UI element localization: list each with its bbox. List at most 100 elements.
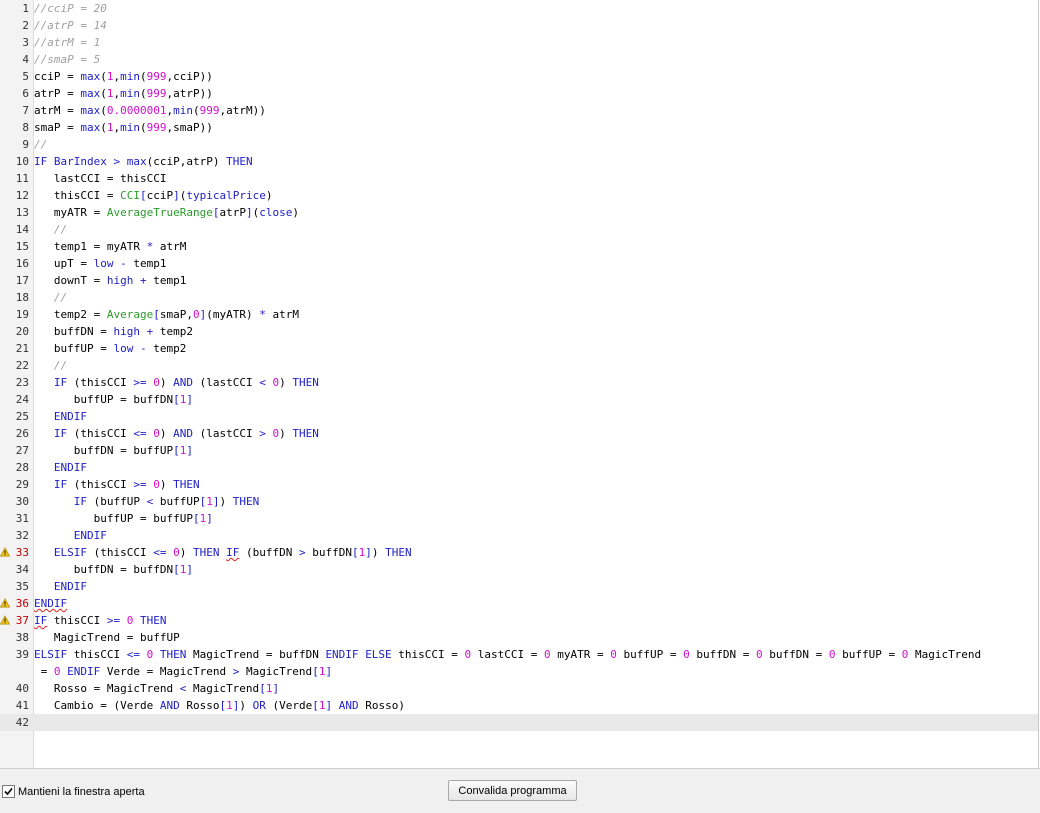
- code-line[interactable]: 41 Cambio = (Verde AND Rosso[1]) OR (Ver…: [0, 697, 1038, 714]
- code-token: buffDN = buffDN: [34, 563, 174, 576]
- code-token: max: [80, 104, 101, 117]
- code-line[interactable]: 23 IF (thisCCI >= 0) AND (lastCCI < 0) T…: [0, 374, 1038, 391]
- code-token: IF: [226, 546, 240, 559]
- code-line[interactable]: 8 smaP = max(1,min(999,smaP)): [0, 119, 1038, 136]
- code-token: ): [159, 478, 174, 491]
- code-line[interactable]: 19 temp2 = Average[smaP,0](myATR) * atrM: [0, 306, 1038, 323]
- code-token: ]: [272, 682, 280, 695]
- code-token: //cciP = 20: [34, 2, 107, 15]
- code-line[interactable]: 10 IF BarIndex > max(cciP,atrP) THEN: [0, 153, 1038, 170]
- code-token: ): [219, 495, 233, 508]
- code-text: myATR = AverageTrueRange[atrP](close): [34, 204, 299, 221]
- keep-window-open-label: Mantieni la finestra aperta: [18, 785, 145, 798]
- code-token: myATR =: [34, 206, 107, 219]
- code-line[interactable]: 39 ELSIF thisCCI <= 0 THEN MagicTrend = b…: [0, 646, 1038, 663]
- code-line[interactable]: 38 MagicTrend = buffUP: [0, 629, 1038, 646]
- code-token: buffUP =: [34, 342, 114, 355]
- code-line[interactable]: 15 temp1 = myATR * atrM: [0, 238, 1038, 255]
- code-line[interactable]: 1 //cciP = 20: [0, 0, 1038, 17]
- code-token: atrP =: [34, 87, 81, 100]
- code-token: <: [259, 376, 266, 389]
- code-line[interactable]: 24 buffUP = buffDN[1]: [0, 391, 1038, 408]
- code-line[interactable]: 4 //smaP = 5: [0, 51, 1038, 68]
- code-line[interactable]: 22 //: [0, 357, 1038, 374]
- code-line[interactable]: 37 IF thisCCI >= 0 THEN: [0, 612, 1038, 629]
- code-line[interactable]: 3 //atrM = 1: [0, 34, 1038, 51]
- code-line[interactable]: 36 ENDIF: [0, 595, 1038, 612]
- code-line[interactable]: 6 atrP = max(1,min(999,atrP)): [0, 85, 1038, 102]
- code-line[interactable]: 21 buffUP = low - temp2: [0, 340, 1038, 357]
- code-token: high: [106, 274, 134, 287]
- code-token: ENDIF: [34, 597, 68, 610]
- code-line[interactable]: 16 upT = low - temp1: [0, 255, 1038, 272]
- code-token: THEN: [173, 478, 200, 491]
- code-line[interactable]: 14 //: [0, 221, 1038, 238]
- code-token: 0: [173, 546, 180, 559]
- line-number: 3: [22, 36, 29, 49]
- line-number: 2: [22, 19, 29, 32]
- code-token: THEN: [292, 427, 319, 440]
- line-number: 16: [15, 257, 29, 270]
- code-token: (: [139, 70, 147, 83]
- code-line[interactable]: 13 myATR = AverageTrueRange[atrP](close): [0, 204, 1038, 221]
- checkbox-box[interactable]: [2, 785, 15, 798]
- code-token: ]: [186, 444, 193, 457]
- code-line[interactable]: 26 IF (thisCCI <= 0) AND (lastCCI > 0) T…: [0, 425, 1038, 442]
- code-line[interactable]: 40 Rosso = MagicTrend < MagicTrend[1]: [0, 680, 1038, 697]
- code-line[interactable]: 32 ENDIF: [0, 527, 1038, 544]
- code-line[interactable]: 2 //atrP = 14: [0, 17, 1038, 34]
- code-token: ENDIF: [67, 665, 101, 678]
- code-token: (thisCCI: [67, 427, 134, 440]
- code-line[interactable]: 34 buffDN = buffDN[1]: [0, 561, 1038, 578]
- code-token: 999: [146, 70, 167, 83]
- code-line[interactable]: 9 //: [0, 136, 1038, 153]
- code-line[interactable]: 33 ELSIF (thisCCI <= 0) THEN IF (buffDN …: [0, 544, 1038, 561]
- code-token: 999: [146, 87, 167, 100]
- code-line[interactable]: 17 downT = high + temp1: [0, 272, 1038, 289]
- code-text: temp2 = Average[smaP,0](myATR) * atrM: [34, 306, 299, 323]
- code-token: AverageTrueRange: [106, 206, 213, 219]
- code-token: min: [120, 70, 140, 83]
- code-line[interactable]: 25 ENDIF: [0, 408, 1038, 425]
- code-line[interactable]: 18 //: [0, 289, 1038, 306]
- code-token: buffUP = buffDN: [34, 393, 174, 406]
- code-token: Rosso): [358, 699, 405, 712]
- code-token: temp2 =: [34, 308, 107, 321]
- code-text: ENDIF: [34, 595, 67, 612]
- code-text: //: [34, 357, 67, 374]
- code-editor[interactable]: 1//cciP = 20 2//atrP = 14 3//atrM = 1 4//sm…: [0, 0, 1039, 768]
- code-line[interactable]: 28 ENDIF: [0, 459, 1038, 476]
- line-number: 22: [15, 359, 29, 372]
- code-line[interactable]: = 0 ENDIF Verde = MagicTrend > MagicTren…: [0, 663, 1038, 680]
- code-token: typicalPrice: [186, 189, 266, 202]
- line-number: 40: [15, 682, 29, 695]
- line-number: 32: [15, 529, 29, 542]
- code-line[interactable]: 5 cciP = max(1,min(999,cciP)): [0, 68, 1038, 85]
- code-line[interactable]: 27 buffDN = buffUP[1]: [0, 442, 1038, 459]
- code-token: AND: [338, 699, 359, 712]
- code-line[interactable]: 42: [0, 714, 1038, 731]
- code-token: //atrM = 1: [34, 36, 101, 49]
- code-token: thisCCI =: [391, 648, 465, 661]
- line-number: 39: [15, 648, 29, 661]
- line-number: 14: [15, 223, 29, 236]
- code-token: >: [259, 427, 266, 440]
- code-line[interactable]: 30 IF (buffUP < buffUP[1]) THEN: [0, 493, 1038, 510]
- line-number: 26: [15, 427, 29, 440]
- code-token: ENDIF: [73, 529, 107, 542]
- code-line[interactable]: 29 IF (thisCCI >= 0) THEN: [0, 476, 1038, 493]
- validate-program-button[interactable]: Convalida programma: [448, 780, 577, 801]
- code-line[interactable]: 20 buffDN = high + temp2: [0, 323, 1038, 340]
- code-line[interactable]: 31 buffUP = buffUP[1]: [0, 510, 1038, 527]
- keep-window-open-checkbox[interactable]: Mantieni la finestra aperta: [2, 785, 145, 798]
- code-token: ,atrP)): [166, 87, 213, 100]
- code-line[interactable]: 12 thisCCI = CCI[cciP](typicalPrice): [0, 187, 1038, 204]
- code-line[interactable]: 7 atrM = max(0.0000001,min(999,atrM)): [0, 102, 1038, 119]
- code-token: MagicTrend: [908, 648, 982, 661]
- code-line[interactable]: 11 lastCCI = thisCCI: [0, 170, 1038, 187]
- code-line[interactable]: 35 ENDIF: [0, 578, 1038, 595]
